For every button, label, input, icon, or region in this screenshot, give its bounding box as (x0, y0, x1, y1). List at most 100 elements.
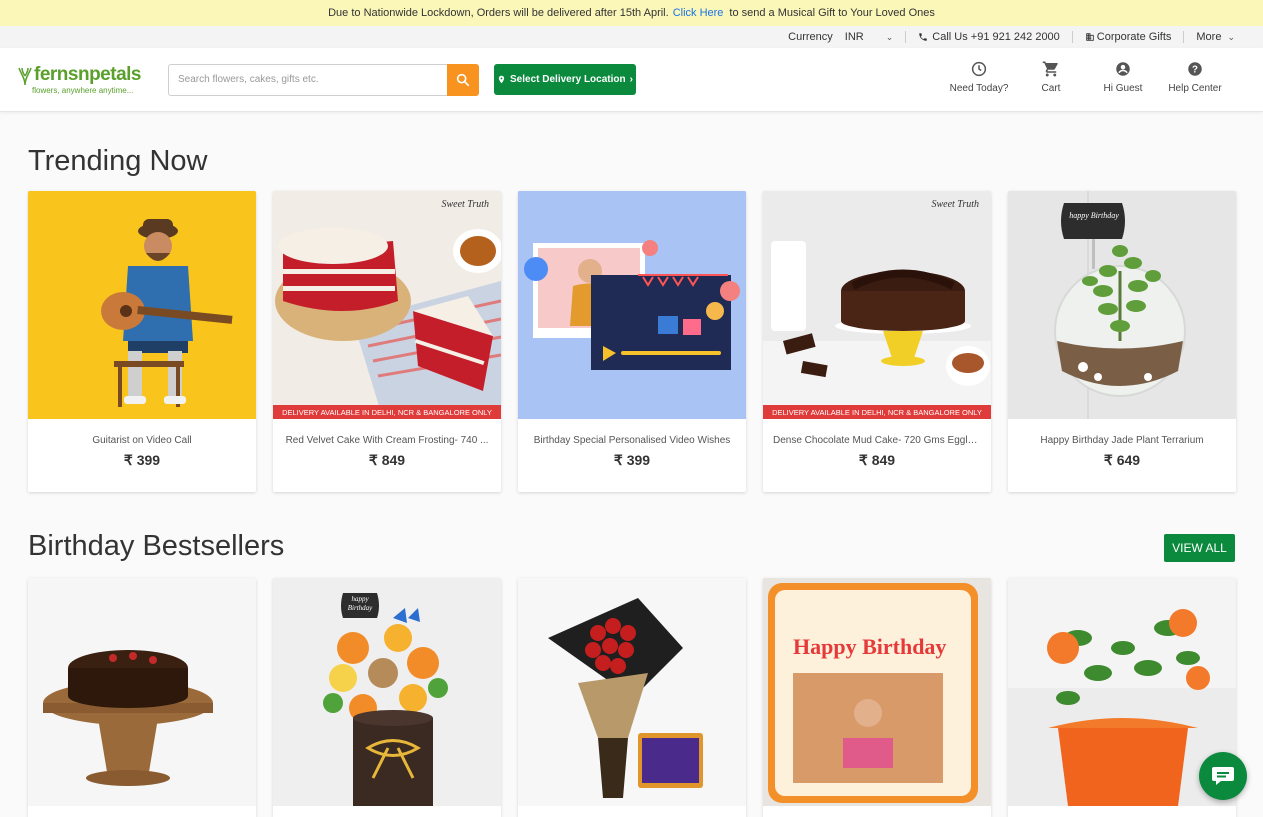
location-pin-icon (498, 75, 505, 84)
product-image-flower-box: happy Birthday (273, 578, 501, 806)
birthday-cushion-illustration (763, 578, 991, 806)
happy-birthday-tag: happy Birthday (347, 595, 373, 612)
delivery-restriction-strip: DELIVERY AVAILABLE IN DELHI, NCR & BANGA… (763, 405, 991, 419)
building-icon (1086, 33, 1094, 41)
banner-text: Due to Nationwide Lockdown, Orders will … (328, 7, 669, 19)
currency-label: Currency (788, 31, 833, 43)
video-wishes-illustration (518, 191, 746, 419)
product-image-red-velvet-cake: Sweet Truth DELIVERY AVAILABLE IN DELHI,… (273, 191, 501, 419)
product-title: Dense Chocolate Mud Cake- 720 Gms Eggle.… (773, 435, 982, 446)
bestsellers-section: Birthday Bestsellers VIEW ALL happy Birt… (0, 532, 1263, 817)
search-button[interactable] (447, 63, 479, 96)
product-price: ₹ 399 (123, 452, 161, 468)
phone-icon (919, 33, 928, 41)
banner-click-here-link[interactable]: Click Here (673, 7, 724, 19)
cart-button[interactable]: Cart (1015, 60, 1087, 94)
product-card[interactable]: Birthday Special Personalised Video Wish… (518, 191, 746, 492)
product-card[interactable]: Guitarist on Video Call ₹ 399 (28, 191, 256, 492)
product-image-jade-terrarium: happy Birthday (1008, 191, 1236, 419)
call-us-link[interactable]: Call Us +91 921 242 2000 (918, 31, 1060, 43)
search-icon (456, 73, 470, 86)
bestsellers-title: Birthday Bestsellers (28, 530, 285, 562)
header-actions: Need Today? Cart Hi Guest ? Help Center (943, 60, 1231, 94)
happy-birthday-tag: happy Birthday (1069, 211, 1119, 220)
product-image-truffle-cake (28, 578, 256, 806)
need-today-button[interactable]: Need Today? (943, 60, 1015, 94)
help-icon: ? (1188, 62, 1202, 76)
chat-button[interactable] (1199, 752, 1247, 800)
corporate-gifts-link[interactable]: Corporate Gifts (1085, 31, 1172, 43)
need-today-label: Need Today? (949, 83, 1009, 94)
user-icon (1116, 62, 1130, 76)
product-card[interactable]: Happy Birthday (763, 578, 991, 817)
product-price: ₹ 399 (613, 452, 651, 468)
product-title: Red Velvet Cake With Cream Frosting- 740… (285, 435, 489, 446)
chevron-right-icon: › (629, 74, 633, 85)
divider (1071, 31, 1073, 43)
search-bar (168, 63, 479, 96)
red-velvet-cake-illustration (273, 191, 501, 419)
divider (1183, 31, 1185, 43)
product-image-guitarist (28, 191, 256, 419)
more-menu[interactable]: More ⌄ (1196, 31, 1235, 43)
announcement-banner: Due to Nationwide Lockdown, Orders will … (0, 0, 1263, 26)
product-title: Birthday Special Personalised Video Wish… (533, 435, 731, 446)
product-price: ₹ 649 (1103, 452, 1141, 468)
account-label: Hi Guest (1103, 83, 1143, 94)
more-text: More (1196, 31, 1222, 43)
fern-leaf-icon (18, 67, 32, 86)
product-card[interactable]: Sweet Truth DELIVERY AVAILABLE IN DELHI,… (273, 191, 501, 492)
corporate-gifts-text: Corporate Gifts (1096, 31, 1172, 43)
product-card[interactable]: happy Birthday Happy Birthday Jade Plant… (1008, 191, 1236, 492)
product-card[interactable]: happy Birthday (273, 578, 501, 817)
cart-label: Cart (1041, 83, 1061, 94)
trending-products: Guitarist on Video Call ₹ 399 Sweet Trut… (0, 191, 1263, 492)
cushion-happy-birthday-text: Happy Birthday (793, 634, 947, 659)
banner-text-after: to send a Musical Gift to Your Loved One… (729, 7, 935, 19)
currency-value: INR (844, 31, 864, 43)
guitarist-illustration (28, 191, 256, 419)
sweet-truth-logo: Sweet Truth (931, 199, 979, 210)
select-delivery-location-button[interactable]: Select Delivery Location › (494, 64, 636, 95)
product-image-birthday-cushion: Happy Birthday (763, 578, 991, 806)
trending-title: Trending Now (28, 145, 208, 177)
product-image-roses-bouquet (518, 578, 746, 806)
site-logo[interactable]: fernsnpetals flowers, anywhere anytime..… (18, 56, 158, 104)
roses-bouquet-illustration (518, 578, 746, 806)
chevron-down-icon: ⌄ (1227, 31, 1235, 42)
search-input[interactable] (168, 63, 447, 96)
chevron-down-icon: ⌄ (885, 31, 894, 42)
currency-selector[interactable]: INR ⌄ (845, 31, 894, 43)
logo-tagline: flowers, anywhere anytime... (32, 86, 134, 95)
flower-box-illustration (273, 578, 501, 806)
truffle-cake-illustration (28, 578, 256, 806)
product-card[interactable]: Sweet Truth DELIVERY AVAILABLE IN DELHI,… (763, 191, 991, 492)
view-all-button[interactable]: VIEW ALL (1164, 534, 1235, 562)
product-price: ₹ 849 (368, 452, 406, 468)
terrarium-illustration (1008, 191, 1236, 419)
product-price: ₹ 849 (858, 452, 896, 468)
product-image-video-wishes (518, 191, 746, 419)
trending-section: Trending Now Guitarist on Video Call ₹ 3… (0, 147, 1263, 492)
location-button-label: Select Delivery Location (510, 74, 626, 85)
delivery-restriction-strip: DELIVERY AVAILABLE IN DELHI, NCR & BANGA… (273, 405, 501, 419)
call-us-text: Call Us +91 921 242 2000 (932, 31, 1060, 43)
product-card[interactable] (518, 578, 746, 817)
help-center-button[interactable]: ? Help Center (1159, 60, 1231, 94)
main-header: fernsnpetals flowers, anywhere anytime..… (0, 48, 1263, 112)
account-button[interactable]: Hi Guest (1087, 60, 1159, 94)
product-card[interactable] (28, 578, 256, 817)
clock-icon (971, 61, 987, 77)
product-title: Guitarist on Video Call (92, 435, 192, 446)
help-center-label: Help Center (1168, 83, 1222, 94)
product-title: Happy Birthday Jade Plant Terrarium (1040, 435, 1204, 446)
sweet-truth-logo: Sweet Truth (441, 199, 489, 210)
divider (905, 31, 907, 43)
chocolate-cake-illustration (763, 191, 991, 419)
svg-text:?: ? (1192, 64, 1198, 75)
cart-icon (1042, 61, 1058, 77)
product-image-chocolate-mud-cake: Sweet Truth DELIVERY AVAILABLE IN DELHI,… (763, 191, 991, 419)
logo-name: fernsnpetals (34, 64, 141, 85)
top-utility-bar: Currency INR ⌄ Call Us +91 921 242 2000 … (0, 26, 1263, 48)
chat-icon (1212, 767, 1234, 785)
